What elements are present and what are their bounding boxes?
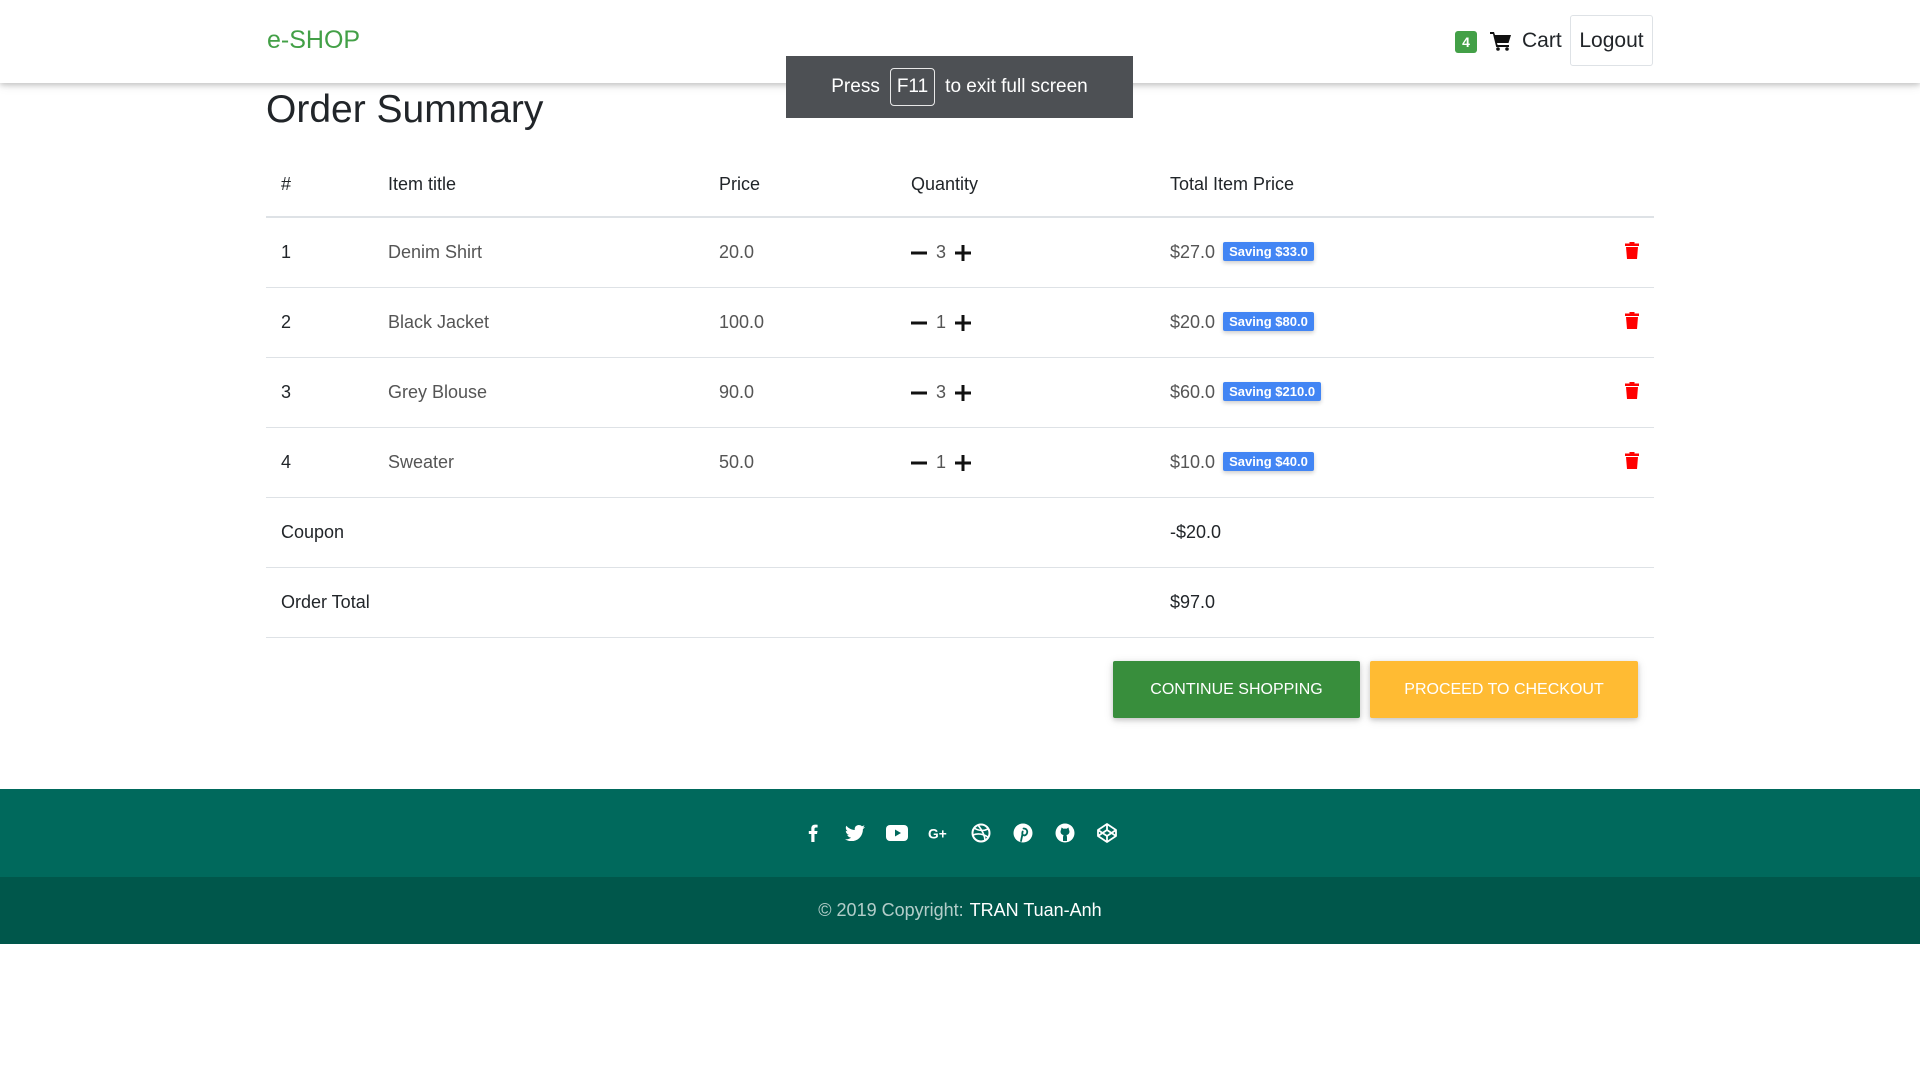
item-quantity-cell: 3 (896, 357, 1155, 428)
order-total-row: Order Total $97.0 (266, 567, 1654, 638)
item-price: 100.0 (704, 287, 896, 358)
plus-icon[interactable] (955, 454, 972, 471)
column-header-title: Item title (373, 152, 704, 218)
minus-icon[interactable] (911, 315, 927, 331)
proceed-to-checkout-button[interactable]: Proceed to checkout (1370, 661, 1638, 718)
column-header-index: # (266, 152, 373, 218)
item-total-cell: $20.0 Saving $80.0 (1155, 287, 1554, 358)
table-row: 1 Denim Shirt 20.0 3 $27.0 Saving $33.0 (266, 217, 1654, 288)
item-total-cell: $10.0 Saving $40.0 (1155, 427, 1554, 498)
item-title: Sweater (373, 427, 704, 498)
facebook-icon[interactable] (802, 822, 824, 844)
brand-logo[interactable]: e-SHOP (267, 26, 360, 55)
item-quantity-cell: 1 (896, 427, 1155, 498)
saving-badge: Saving $33.0 (1223, 242, 1314, 261)
fullscreen-notice-suffix: to exit full screen (945, 76, 1088, 97)
row-index: 1 (266, 217, 373, 288)
quantity-value: 1 (936, 312, 947, 332)
trash-icon[interactable] (1625, 381, 1639, 399)
table-row: 3 Grey Blouse 90.0 3 $60.0 Saving $210.0 (266, 357, 1654, 428)
fullscreen-notice-key: F11 (889, 68, 936, 106)
saving-badge: Saving $80.0 (1223, 312, 1314, 331)
minus-icon[interactable] (911, 245, 927, 261)
youtube-icon[interactable] (886, 822, 908, 844)
footer-copyright-bar: © 2019 Copyright: TRAN Tuan-Anh (0, 877, 1920, 944)
svg-text:G+: G+ (928, 827, 947, 842)
order-total-label: Order Total (266, 567, 1155, 638)
page-title: Order Summary (266, 88, 544, 131)
item-title: Black Jacket (373, 287, 704, 358)
item-total: $27.0 (1170, 242, 1216, 262)
column-header-quantity: Quantity (896, 152, 1155, 218)
item-total: $10.0 (1170, 452, 1216, 472)
quantity-value: 3 (936, 382, 947, 402)
quantity-value: 1 (936, 452, 947, 472)
remove-item-cell (1554, 357, 1654, 428)
github-icon[interactable] (1054, 822, 1076, 844)
coupon-value: -$20.0 (1155, 497, 1654, 568)
footer-social-bar: G+ (0, 789, 1920, 877)
saving-badge: Saving $40.0 (1223, 452, 1314, 471)
shopping-cart-icon (1490, 32, 1511, 51)
saving-badge: Saving $210.0 (1223, 382, 1322, 401)
trash-icon[interactable] (1625, 451, 1639, 469)
remove-item-cell (1554, 287, 1654, 358)
row-index: 3 (266, 357, 373, 428)
minus-icon[interactable] (911, 385, 927, 401)
item-price: 90.0 (704, 357, 896, 428)
item-price: 20.0 (704, 217, 896, 288)
item-total-cell: $27.0 Saving $33.0 (1155, 217, 1554, 288)
twitter-icon[interactable] (844, 822, 866, 844)
order-table: # Item title Price Quantity Total Item P… (266, 152, 1654, 638)
logout-button[interactable]: Logout (1570, 15, 1653, 66)
item-title: Grey Blouse (373, 357, 704, 428)
copyright-text: © 2019 Copyright: (818, 900, 964, 920)
dribbble-icon[interactable] (970, 822, 992, 844)
column-header-total: Total Item Price (1155, 152, 1554, 218)
fullscreen-notice: Press F11 to exit full screen (786, 56, 1133, 118)
order-total-value: $97.0 (1155, 567, 1654, 638)
cart-link[interactable]: Cart (1490, 26, 1562, 56)
quantity-value: 3 (936, 242, 947, 262)
item-total: $60.0 (1170, 382, 1216, 402)
pinterest-icon[interactable] (1012, 822, 1034, 844)
google-plus-icon[interactable]: G+ (928, 822, 950, 844)
codepen-icon[interactable] (1096, 822, 1118, 844)
cart-label: Cart (1522, 29, 1562, 52)
plus-icon[interactable] (955, 244, 972, 261)
item-quantity-cell: 1 (896, 287, 1155, 358)
table-row: 2 Black Jacket 100.0 1 $20.0 Saving $80.… (266, 287, 1654, 358)
trash-icon[interactable] (1625, 311, 1639, 329)
row-index: 4 (266, 427, 373, 498)
item-price: 50.0 (704, 427, 896, 498)
remove-item-cell (1554, 427, 1654, 498)
column-header-price: Price (704, 152, 896, 218)
column-header-actions (1554, 152, 1654, 218)
copyright-author-link[interactable]: TRAN Tuan-Anh (970, 900, 1102, 921)
plus-icon[interactable] (955, 384, 972, 401)
plus-icon[interactable] (955, 314, 972, 331)
item-quantity-cell: 3 (896, 217, 1155, 288)
minus-icon[interactable] (911, 455, 927, 471)
item-total: $20.0 (1170, 312, 1216, 332)
remove-item-cell (1554, 217, 1654, 288)
item-title: Denim Shirt (373, 217, 704, 288)
row-index: 2 (266, 287, 373, 358)
trash-icon[interactable] (1625, 241, 1639, 259)
table-header-row: # Item title Price Quantity Total Item P… (266, 152, 1654, 218)
cart-count-badge: 4 (1455, 31, 1477, 53)
item-total-cell: $60.0 Saving $210.0 (1155, 357, 1554, 428)
coupon-row: Coupon -$20.0 (266, 497, 1654, 568)
fullscreen-notice-prefix: Press (831, 76, 880, 97)
continue-shopping-button[interactable]: Continue shopping (1113, 661, 1360, 718)
coupon-label: Coupon (266, 497, 1155, 568)
table-row: 4 Sweater 50.0 1 $10.0 Saving $40.0 (266, 427, 1654, 498)
